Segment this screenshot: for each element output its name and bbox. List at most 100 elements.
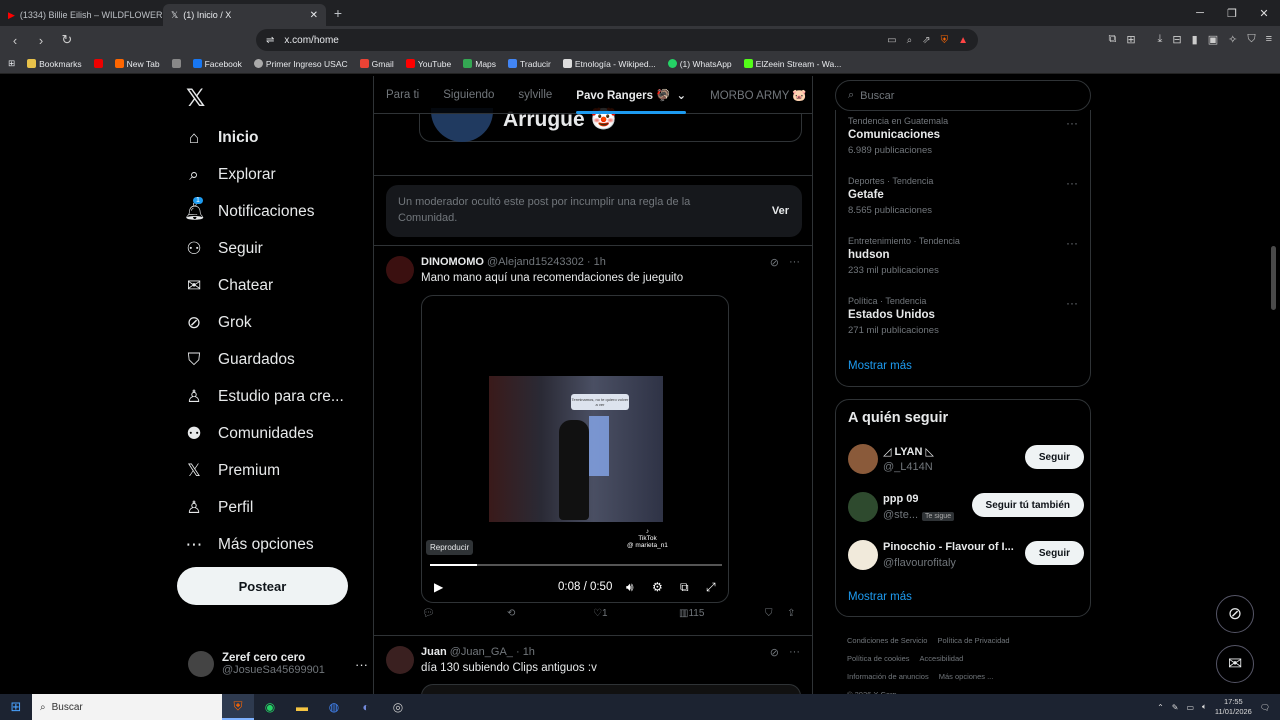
zoom-icon[interactable]: ⌕ xyxy=(907,35,913,46)
bookmark-item[interactable] xyxy=(171,59,181,68)
nav-premium[interactable]: 𝕏 Premium xyxy=(184,457,280,485)
forward-icon[interactable]: › xyxy=(32,33,50,48)
footer-link[interactable]: Información de anuncios xyxy=(847,672,929,681)
wallet-icon[interactable]: ▣ xyxy=(1208,33,1218,46)
bookmark-item[interactable]: ElZeein Stream - Wa... xyxy=(743,59,841,69)
settings-icon[interactable]: ⚙ xyxy=(652,580,663,594)
site-info-icon[interactable]: ⇌ xyxy=(266,35,274,46)
download-icon[interactable]: ⤓ xyxy=(1158,33,1163,46)
footer-link[interactable]: Condiciones de Servicio xyxy=(847,636,927,645)
extensions-icon[interactable]: ⧉ xyxy=(1108,33,1116,46)
nav-grok[interactable]: ⊘ Grok xyxy=(184,309,252,337)
footer-link[interactable]: Política de cookies xyxy=(847,654,910,663)
vpn-icon[interactable]: ⛉ xyxy=(1247,33,1255,46)
account-switcher[interactable]: Zeref cero cero @JosueSa45699901 ··· xyxy=(188,646,368,682)
share-icon[interactable]: ⇪ xyxy=(787,608,795,619)
tab-morbo-army[interactable]: MORBO ARMY 🐷 xyxy=(698,76,812,114)
post-media[interactable] xyxy=(421,684,801,694)
clock[interactable]: 17:55 11/01/2026 xyxy=(1215,697,1252,717)
pip-icon[interactable]: ⧉ xyxy=(680,580,689,595)
discord-taskbar-icon[interactable]: ◐ xyxy=(350,694,382,720)
translate-icon[interactable]: ⊞ xyxy=(1126,33,1135,46)
post-button[interactable]: Postear xyxy=(177,567,348,605)
grok-icon[interactable]: ⊘ xyxy=(770,646,779,659)
whatsapp-taskbar-icon[interactable]: ◉ xyxy=(254,694,286,720)
footer-link[interactable]: Política de Privacidad xyxy=(937,636,1009,645)
brave-taskbar-icon[interactable]: ⛨ xyxy=(222,694,254,720)
more-icon[interactable]: ··· xyxy=(1066,116,1078,130)
brave-shield-icon[interactable]: ⛨ xyxy=(941,35,949,46)
volume-icon[interactable]: 🔈︎ xyxy=(1202,702,1207,712)
more-icon[interactable]: ··· xyxy=(355,657,368,672)
chevron-up-icon[interactable]: ⌃ xyxy=(1157,703,1164,712)
bookmark-item[interactable]: New Tab xyxy=(114,59,160,69)
trend-item[interactable]: Entretenimiento · Tendencia hudson 233 mil… xyxy=(848,236,1078,276)
repost-icon[interactable]: ⟲ xyxy=(507,608,515,619)
leo-icon[interactable]: ✧ xyxy=(1228,33,1237,46)
rewards-icon[interactable]: ▲ xyxy=(958,35,968,46)
sidebar-icon[interactable]: ▮ xyxy=(1192,33,1198,46)
screen-icon[interactable]: ▭ xyxy=(887,35,896,46)
bookmark-icon[interactable]: ⛉ xyxy=(765,608,773,619)
follow-button[interactable]: Seguir xyxy=(1024,541,1084,565)
bookmark-item[interactable]: Primer Ingreso USAC xyxy=(253,59,348,69)
reply-icon[interactable]: 💬︎ xyxy=(422,608,435,619)
minimize-icon[interactable]: ─ xyxy=(1184,7,1216,20)
show-more-users-link[interactable]: Mostrar más xyxy=(848,591,912,603)
grok-icon[interactable]: ⊘ xyxy=(770,256,779,269)
trend-item[interactable]: Política · Tendencia Estados Unidos 271 mi… xyxy=(848,296,1078,336)
tab-following[interactable]: Siguiendo xyxy=(431,76,506,114)
nav-explore[interactable]: ⌕ Explorar xyxy=(184,161,275,189)
tab-pavo-rangers[interactable]: Pavo Rangers 🦃 ⌄ xyxy=(564,76,698,114)
nav-creator-studio[interactable]: ♙ Estudio para cre... xyxy=(184,383,343,411)
more-icon[interactable]: ··· xyxy=(789,256,800,269)
views-icon[interactable]: ▥ 115 xyxy=(679,608,704,619)
taskbar-search[interactable]: ⌕ Buscar xyxy=(32,694,222,720)
show-more-trends-link[interactable]: Mostrar más xyxy=(848,360,912,372)
url-bar[interactable]: ⇌ x.com/home ▭ ⌕ ⇗ ⛨ ▲ xyxy=(256,29,978,51)
reload-icon[interactable]: ↻ xyxy=(58,32,76,48)
network-icon[interactable]: ▭ xyxy=(1186,703,1194,712)
trend-item[interactable]: Deportes · Tendencia Getafe 8.565 publicac… xyxy=(848,176,1078,216)
bookmark-item[interactable]: Facebook xyxy=(192,59,242,69)
close-window-icon[interactable]: ✕ xyxy=(1248,7,1280,20)
bookmark-item[interactable]: Bookmarks xyxy=(27,59,82,69)
nav-chat[interactable]: ✉ Chatear xyxy=(184,272,273,300)
browser-tab-x[interactable]: 𝕏 (1) Inicio / X ✕ xyxy=(163,4,326,26)
bookmark-item[interactable]: Etnología - Wikiped... xyxy=(562,59,656,69)
suggested-user[interactable]: Pinocchio - Flavour of I... @flavourofit… xyxy=(848,538,1084,572)
play-icon[interactable]: ▶ xyxy=(434,580,443,594)
bookmark-item[interactable]: YouTube xyxy=(405,59,451,69)
like-icon[interactable]: ♡ 1 xyxy=(593,608,608,619)
pen-icon[interactable]: ✎ xyxy=(1172,703,1179,712)
windows-start-icon[interactable]: ⊞ xyxy=(0,699,32,715)
close-tab-icon[interactable]: ✕ xyxy=(310,10,318,21)
video-progress-bar[interactable] xyxy=(430,564,722,566)
nav-bookmarks[interactable]: ⛉ Guardados xyxy=(184,346,295,374)
more-icon[interactable]: ··· xyxy=(1066,176,1078,190)
follow-button[interactable]: Seguir xyxy=(1024,445,1084,469)
more-icon[interactable]: ··· xyxy=(1066,236,1078,250)
more-icon[interactable]: ··· xyxy=(789,646,800,659)
search-input[interactable]: ⌕ Buscar xyxy=(835,80,1091,111)
nav-notifications[interactable]: 🔔︎ 1 Notificaciones xyxy=(184,197,315,226)
video-player[interactable]: Terminamos, no te quiero volver a ver ♪ T… xyxy=(421,295,729,603)
apps-icon[interactable]: ⊞ xyxy=(8,58,15,69)
browser-tab-youtube[interactable]: ▶(1334) Billie Eilish – WILDFLOWER✕ xyxy=(0,4,163,26)
nav-profile[interactable]: ♙ Perfil xyxy=(184,494,253,522)
tab-sylville[interactable]: sylville xyxy=(506,76,564,114)
follow-back-button[interactable]: Seguir tú también xyxy=(971,493,1084,517)
fullscreen-icon[interactable]: ⤢ xyxy=(706,580,716,595)
messages-fab-button[interactable]: ✉ xyxy=(1216,645,1254,683)
new-tab-button[interactable]: + xyxy=(326,5,350,21)
volume-icon[interactable]: 🔊︎ xyxy=(626,580,634,595)
obs-taskbar-icon[interactable]: ◎ xyxy=(382,694,414,720)
menu-icon[interactable]: ≡ xyxy=(1266,33,1272,46)
avatar[interactable] xyxy=(386,256,414,284)
x-logo-icon[interactable]: 𝕏 xyxy=(186,84,205,113)
nav-communities[interactable]: ⚉ Comunidades xyxy=(184,420,313,448)
back-icon[interactable]: ‹ xyxy=(6,33,24,48)
nav-follow[interactable]: ⚇ Seguir xyxy=(184,235,262,263)
bookmark-item[interactable] xyxy=(93,59,103,68)
file-explorer-taskbar-icon[interactable]: ▬ xyxy=(286,694,318,720)
